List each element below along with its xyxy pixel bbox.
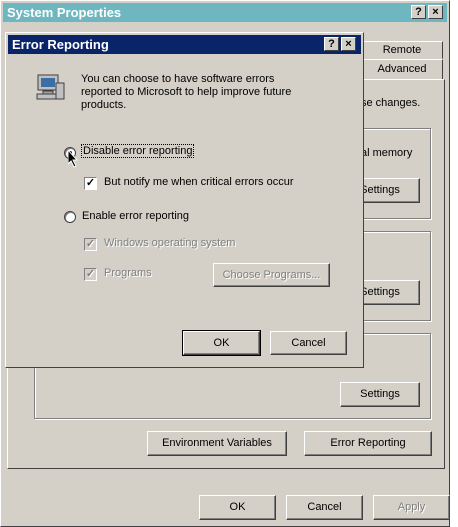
system-properties-title: System Properties	[7, 5, 122, 20]
enable-error-reporting-radio[interactable]	[64, 211, 76, 223]
description-line-1: You can choose to have software errors	[81, 73, 275, 85]
windows-os-checkbox[interactable]: ✓	[84, 238, 97, 251]
programs-label: Programs	[104, 267, 152, 279]
error-reporting-title: Error Reporting	[12, 37, 109, 52]
disable-error-reporting-label[interactable]: Disable error reporting	[80, 144, 195, 158]
error-reporting-titlebar[interactable]: Error Reporting	[8, 35, 361, 54]
partial-text-changes: se changes.	[361, 97, 421, 109]
er-ok-button[interactable]: OK	[182, 330, 261, 356]
notify-critical-errors-checkbox[interactable]: ✓	[84, 177, 97, 190]
sysprop-close-button[interactable]: ×	[428, 5, 443, 19]
tab-advanced[interactable]: Advanced	[361, 59, 443, 79]
sysprop-ok-button[interactable]: OK	[199, 495, 276, 520]
er-close-button[interactable]: ×	[341, 37, 356, 51]
er-help-button[interactable]: ?	[324, 37, 339, 51]
sysprop-cancel-button[interactable]: Cancel	[286, 495, 363, 520]
er-cancel-button[interactable]: Cancel	[270, 331, 347, 355]
windows-os-label: Windows operating system	[104, 237, 236, 249]
description-line-3: products.	[81, 99, 127, 111]
error-reporting-dialog: Error Reporting ? × You can choose to ha…	[5, 32, 364, 368]
choose-programs-button[interactable]: Choose Programs...	[213, 263, 330, 287]
mouse-cursor-icon	[67, 148, 80, 168]
tab-remote[interactable]: Remote	[361, 41, 443, 59]
sysprop-help-button[interactable]: ?	[411, 5, 426, 19]
programs-checkbox[interactable]: ✓	[84, 268, 97, 281]
sysprop-apply-button[interactable]: Apply	[373, 495, 450, 520]
description-line-2: reported to Microsoft to help improve fu…	[81, 86, 292, 98]
computer-icon	[34, 71, 66, 103]
settings-button-3[interactable]: Settings	[340, 382, 420, 407]
environment-variables-button[interactable]: Environment Variables	[147, 431, 287, 456]
system-properties-titlebar[interactable]: System Properties	[3, 3, 447, 22]
error-reporting-button[interactable]: Error Reporting	[304, 431, 432, 456]
notify-critical-errors-label[interactable]: But notify me when critical errors occur	[104, 176, 294, 188]
partial-text-memory: al memory	[361, 147, 413, 159]
enable-error-reporting-label[interactable]: Enable error reporting	[82, 210, 189, 222]
